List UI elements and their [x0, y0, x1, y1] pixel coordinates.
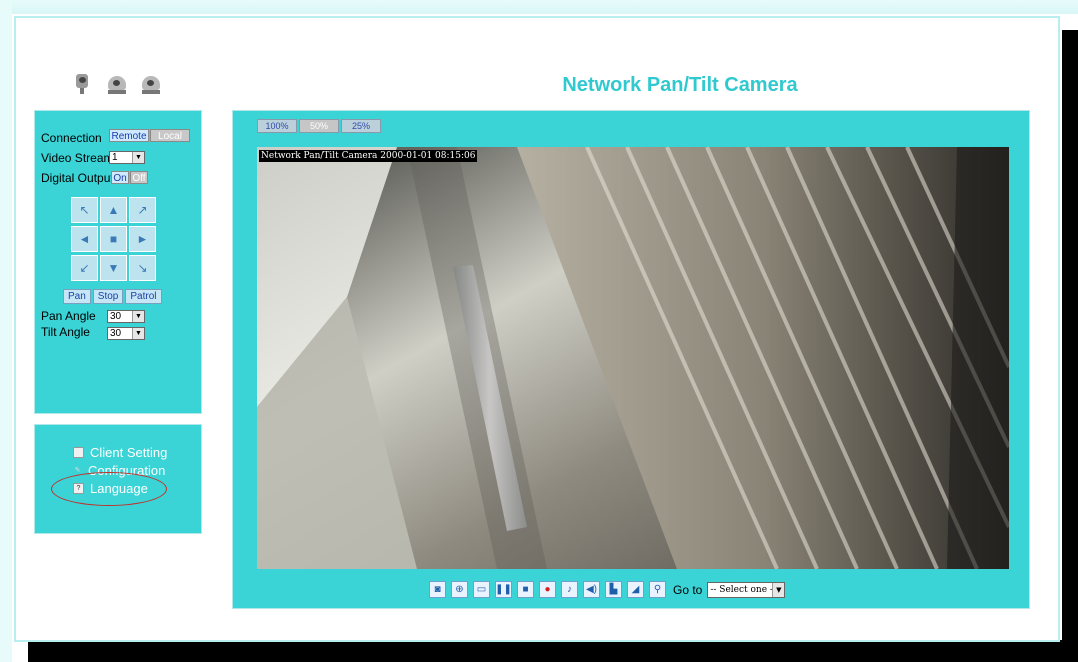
camera-dome-icon — [106, 72, 128, 94]
pause-icon[interactable]: ❚❚ — [495, 581, 512, 598]
ptz-pad: ↖ ▲ ↗ ◄ ■ ► ↙ ▼ ↘ — [71, 197, 161, 283]
pan-angle-label: Pan Angle — [41, 309, 96, 323]
move-down-left-button[interactable]: ↙ — [71, 255, 98, 281]
pan-button[interactable]: Pan — [63, 289, 91, 304]
move-down-button[interactable]: ▼ — [100, 255, 127, 281]
fullscreen-icon[interactable]: ▭ — [473, 581, 490, 598]
tilt-angle-label: Tilt Angle — [41, 325, 90, 339]
tilt-angle-select[interactable]: 30 ▼ — [107, 327, 145, 340]
patrol-button[interactable]: Patrol — [125, 289, 162, 304]
video-stream-label: Video Stream — [41, 151, 114, 165]
home-button[interactable]: ■ — [100, 226, 127, 252]
stop-button[interactable]: Stop — [92, 289, 124, 304]
microphone-icon[interactable]: ♪ — [561, 581, 578, 598]
video-image — [257, 147, 1009, 569]
video-stream-select[interactable]: 1 ▼ — [109, 151, 145, 164]
move-down-right-button[interactable]: ↘ — [129, 255, 156, 281]
connection-remote-button[interactable]: Remote — [109, 129, 149, 142]
connection-local-button[interactable]: Local — [150, 129, 190, 142]
move-left-button[interactable]: ◄ — [71, 226, 98, 252]
digital-on-button[interactable]: On — [111, 171, 129, 184]
speaker-icon[interactable]: ◀) — [583, 581, 600, 598]
menu-panel: Client Setting ✎ Configuration ? Languag… — [34, 424, 202, 534]
frame-shadow-bottom — [28, 640, 1078, 662]
move-up-button[interactable]: ▲ — [100, 197, 127, 223]
zoom-icon[interactable]: ⊕ — [451, 581, 468, 598]
digital-off-button[interactable]: Off — [130, 171, 148, 184]
video-feed[interactable]: Network Pan/Tilt Camera 2000-01-01 08:15… — [257, 147, 1009, 569]
zoom-buttons: 100% 50% 25% — [257, 119, 381, 133]
left-strip — [0, 0, 12, 662]
goto-label: Go to — [673, 582, 703, 597]
move-up-left-button[interactable]: ↖ — [71, 197, 98, 223]
camera-dome-icon — [140, 72, 162, 94]
video-stream-value: 1 — [112, 152, 118, 163]
camera-box-icon — [72, 72, 94, 94]
pan-icon[interactable]: ▙ — [605, 581, 622, 598]
menu-client-setting[interactable]: Client Setting — [73, 445, 167, 460]
snapshot-icon[interactable]: ◙ — [429, 581, 446, 598]
preset-icon[interactable]: ⚲ — [649, 581, 666, 598]
chevron-down-icon: ▼ — [132, 311, 144, 322]
logo-icons — [72, 72, 162, 94]
digital-output-label: Digital Output — [41, 171, 114, 185]
video-panel: 100% 50% 25% Network Pan/Tilt Camera 200… — [232, 110, 1030, 609]
pan-angle-select[interactable]: 30 ▼ — [107, 310, 145, 323]
chevron-down-icon: ▼ — [772, 582, 785, 597]
move-up-right-button[interactable]: ↗ — [129, 197, 156, 223]
video-timestamp-overlay: Network Pan/Tilt Camera 2000-01-01 08:15… — [259, 150, 478, 162]
zoom-100-button[interactable]: 100% — [257, 119, 297, 133]
stop-icon[interactable]: ■ — [517, 581, 534, 598]
highlight-ellipse — [51, 472, 167, 506]
top-strip — [0, 0, 1078, 14]
move-right-button[interactable]: ► — [129, 226, 156, 252]
control-panel: Connection Remote Local Video Stream 1 ▼… — [34, 110, 202, 414]
pan-controls: Pan Stop Patrol — [63, 289, 162, 304]
record-icon[interactable]: ● — [539, 581, 556, 598]
pan-angle-value: 30 — [110, 311, 122, 322]
goto-value: -- Select one -- — [710, 584, 777, 595]
video-toolbar: ◙ ⊕ ▭ ❚❚ ■ ● ♪ ◀) ▙ ◢ ⚲ Go to -- Select … — [429, 581, 786, 598]
chevron-down-icon: ▼ — [132, 152, 144, 163]
chevron-down-icon: ▼ — [132, 328, 144, 339]
frame-shadow-right — [1062, 30, 1078, 662]
tilt-angle-value: 30 — [110, 328, 122, 339]
goto-select[interactable]: -- Select one -- ▼ — [707, 581, 786, 598]
zoom-25-button[interactable]: 25% — [341, 119, 381, 133]
connection-label: Connection — [41, 131, 102, 145]
menu-client-setting-label: Client Setting — [90, 445, 168, 460]
page-title: Network Pan/Tilt Camera — [562, 74, 798, 96]
tilt-icon[interactable]: ◢ — [627, 581, 644, 598]
zoom-50-button[interactable]: 50% — [299, 119, 339, 133]
monitor-icon — [73, 447, 84, 458]
